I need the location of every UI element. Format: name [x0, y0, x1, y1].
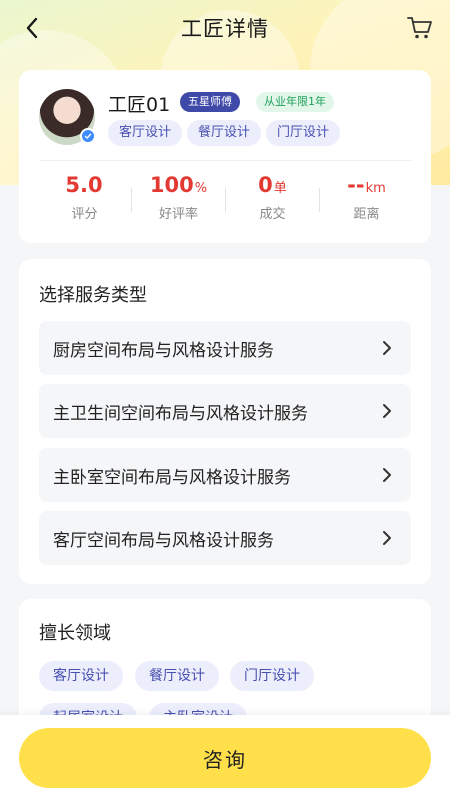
- service-item-label: 主卫生间空间布局与风格设计服务: [53, 403, 308, 424]
- chevron-right-icon: [377, 338, 397, 358]
- stat-label: 好评率: [158, 207, 198, 222]
- chevron-left-icon: [26, 17, 38, 39]
- section-title: 选择服务类型: [39, 285, 147, 306]
- craftsman-profile-card: 工匠01 五星师傅 从业年限1年 客厅设计 餐厅设计 门厅设计 5.0 评分 1…: [19, 70, 431, 243]
- check-badge-icon: [80, 128, 96, 144]
- bottom-action-bar: 咨询: [0, 715, 450, 800]
- service-item[interactable]: 厨房空间布局与风格设计服务: [39, 321, 411, 375]
- stat-distance: --km 距离: [320, 170, 413, 222]
- stat-label: 评分: [71, 207, 98, 222]
- profile-tag: 餐厅设计: [187, 120, 262, 146]
- stat-value: 100: [149, 173, 194, 197]
- profile-tag: 门厅设计: [266, 120, 341, 146]
- stat-unit: %: [194, 181, 208, 196]
- service-item[interactable]: 主卧室空间布局与风格设计服务: [39, 448, 411, 502]
- stat-value: 5.0: [65, 173, 103, 197]
- years-badge: 从业年限1年: [256, 92, 334, 112]
- expertise-tag: 客厅设计: [39, 661, 123, 691]
- shopping-cart-icon: [407, 17, 432, 39]
- back-button[interactable]: [16, 12, 48, 44]
- profile-tag: 客厅设计: [108, 120, 183, 146]
- stat-deals: 0单 成交: [226, 170, 319, 222]
- stat-unit: 单: [273, 181, 287, 196]
- chevron-right-icon: [377, 465, 397, 485]
- stat-value: --: [347, 173, 365, 197]
- chevron-right-icon: [377, 528, 397, 548]
- service-item-label: 主卧室空间布局与风格设计服务: [53, 467, 291, 488]
- stat-label: 成交: [259, 207, 286, 222]
- stat-value: 0: [258, 173, 273, 197]
- consult-button[interactable]: 咨询: [19, 728, 431, 788]
- service-item[interactable]: 客厅空间布局与风格设计服务: [39, 511, 411, 565]
- stat-unit: km: [365, 181, 386, 196]
- stat-label: 距离: [353, 207, 380, 222]
- service-item-label: 厨房空间布局与风格设计服务: [53, 340, 274, 361]
- divider: [39, 160, 411, 161]
- service-item-label: 客厅空间布局与风格设计服务: [53, 530, 274, 551]
- cart-button[interactable]: [404, 12, 436, 44]
- expertise-tag: 门厅设计: [230, 661, 314, 691]
- service-type-card: 选择服务类型 厨房空间布局与风格设计服务 主卫生间空间布局与风格设计服务 主卧室…: [19, 259, 431, 584]
- service-item[interactable]: 主卫生间空间布局与风格设计服务: [39, 384, 411, 438]
- navigation-bar: 工匠详情: [0, 0, 450, 56]
- section-title: 擅长领域: [39, 623, 111, 644]
- stat-positive-rate: 100% 好评率: [132, 170, 225, 222]
- chevron-right-icon: [377, 401, 397, 421]
- expertise-tag: 餐厅设计: [135, 661, 219, 691]
- page-title: 工匠详情: [181, 17, 269, 41]
- stat-rating: 5.0 评分: [38, 170, 131, 222]
- craftsman-name: 工匠01: [108, 94, 171, 116]
- level-badge: 五星师傅: [180, 92, 240, 112]
